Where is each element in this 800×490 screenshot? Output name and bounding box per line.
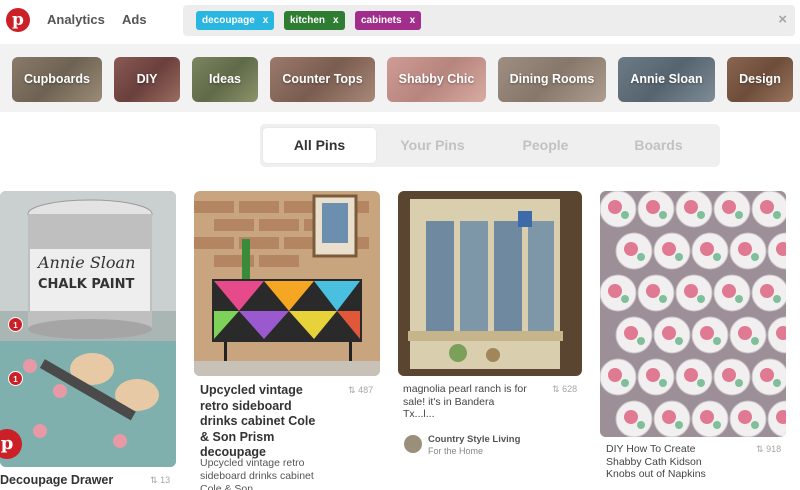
search-chip-cabinets[interactable]: cabinets x	[355, 11, 422, 30]
top-bar: p Analytics Ads decoupage x kitchen x cabi…	[0, 0, 800, 42]
tab-all-pins[interactable]: All Pins	[263, 128, 376, 163]
notification-badge: 1	[8, 317, 23, 332]
guide-shabby-chic[interactable]: Shabby Chic	[387, 57, 486, 102]
search-chip-label: cabinets	[361, 15, 402, 26]
guide-ideas[interactable]: Ideas	[192, 57, 258, 102]
paint-can-label: CHALK PAINT	[38, 277, 135, 292]
board-thumbnail-icon[interactable]	[404, 435, 422, 453]
tab-boards[interactable]: Boards	[602, 128, 715, 163]
guide-diy[interactable]: DIY	[114, 57, 180, 102]
nav-analytics-link[interactable]: Analytics	[47, 12, 105, 27]
pin-card[interactable]: magnolia pearl ranch is for sale! it's i…	[398, 191, 582, 490]
remove-chip-icon[interactable]: x	[263, 15, 269, 26]
search-chip-label: decoupage	[202, 15, 255, 26]
pin-image[interactable]: Annie Sloan CHALK PAINT	[0, 191, 176, 467]
pin-repin-count: ⇅ 628	[552, 384, 578, 394]
repin-icon: ⇅	[552, 384, 560, 394]
pin-title[interactable]: Decoupage Drawer	[0, 473, 140, 489]
remove-chip-icon[interactable]: x	[333, 15, 339, 26]
board-name[interactable]: Country Style Living	[428, 434, 520, 445]
pin-image[interactable]	[600, 191, 786, 437]
repin-icon: ⇅	[348, 385, 356, 395]
search-bar[interactable]: decoupage x kitchen x cabinets x ×	[183, 5, 795, 36]
guide-counter-tops[interactable]: Counter Tops	[270, 57, 375, 102]
pin-card[interactable]: Annie Sloan CHALK PAINT 1 1 p Decoupage …	[0, 191, 176, 490]
clear-search-icon[interactable]: ×	[778, 11, 787, 28]
search-chip-label: kitchen	[290, 15, 326, 26]
pin-description: Upcycled vintage retro sideboard drinks …	[200, 457, 314, 490]
search-chip-kitchen[interactable]: kitchen x	[284, 11, 345, 30]
board-subtitle: For the Home	[428, 446, 484, 456]
pin-card[interactable]: DIY How To Create Shabby Cath Kidson Kno…	[600, 191, 786, 490]
guide-design[interactable]: Design	[727, 57, 793, 102]
pin-image[interactable]	[398, 191, 582, 376]
guide-dining-rooms[interactable]: Dining Rooms	[498, 57, 606, 102]
remove-chip-icon[interactable]: x	[410, 15, 416, 26]
pinterest-logo-icon[interactable]: p	[6, 8, 30, 32]
pin-repin-count: ⇅ 487	[348, 385, 374, 395]
repin-icon: ⇅	[150, 475, 158, 485]
tab-your-pins[interactable]: Your Pins	[376, 128, 489, 163]
pin-image-paint-can	[0, 191, 176, 467]
search-scope-tabs: All Pins Your Pins People Boards	[260, 124, 720, 167]
repin-icon: ⇅	[756, 444, 764, 454]
pin-title[interactable]: Upcycled vintage retro sideboard drinks …	[200, 383, 325, 461]
pin-description[interactable]: DIY How To Create Shabby Cath Kidson Kno…	[606, 443, 726, 481]
pin-card[interactable]: Upcycled vintage retro sideboard drinks …	[194, 191, 380, 490]
guided-search-bar: Cupboards DIY Ideas Counter Tops Shabby …	[0, 44, 800, 112]
pin-image-knobs	[600, 191, 786, 437]
pin-image-hutch	[398, 191, 582, 376]
notification-badge: 1	[8, 371, 23, 386]
pin-repin-count: ⇅ 918	[756, 444, 782, 454]
guide-cupboards[interactable]: Cupboards	[12, 57, 102, 102]
tab-people[interactable]: People	[489, 128, 602, 163]
paint-can-brand: Annie Sloan	[38, 253, 136, 272]
guide-annie-sloan[interactable]: Annie Sloan	[618, 57, 715, 102]
pin-repin-count: ⇅ 13	[150, 475, 171, 485]
pin-description[interactable]: magnolia pearl ranch is for sale! it's i…	[403, 383, 528, 421]
pin-image-sideboard	[194, 191, 380, 376]
search-chip-decoupage[interactable]: decoupage x	[196, 11, 275, 30]
nav-ads-link[interactable]: Ads	[122, 12, 147, 27]
pin-image[interactable]	[194, 191, 380, 376]
